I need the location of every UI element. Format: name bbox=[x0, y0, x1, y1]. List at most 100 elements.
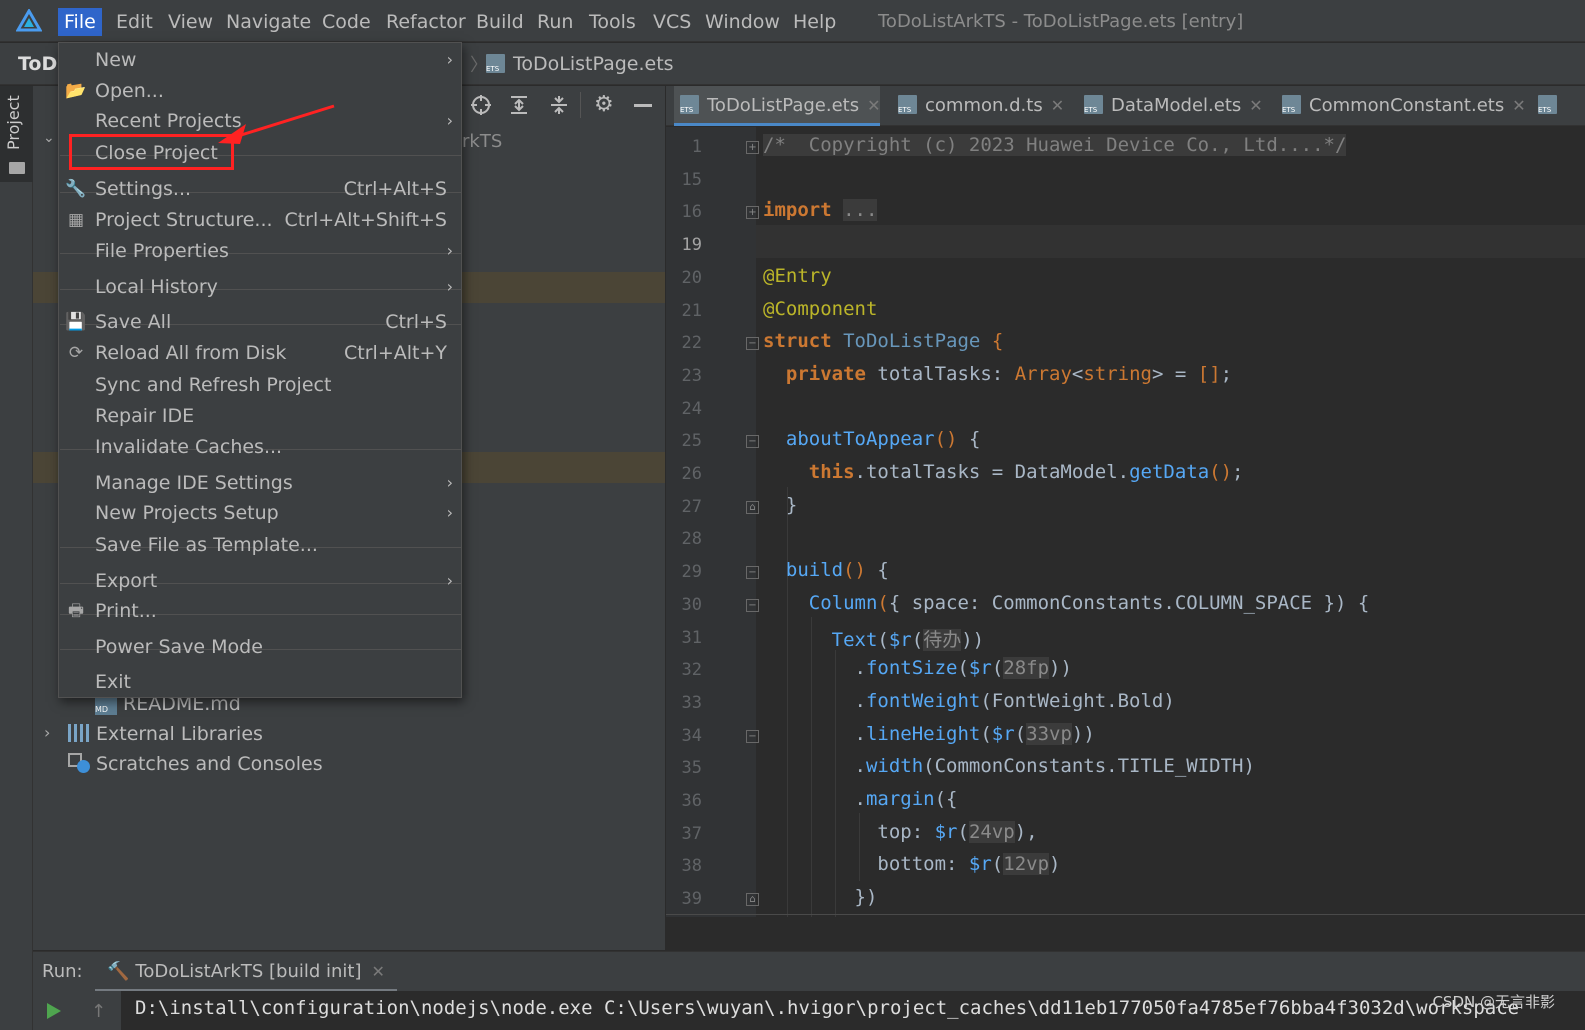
code-line[interactable]: build() { bbox=[763, 559, 889, 581]
menu-window[interactable]: Window bbox=[705, 8, 780, 36]
tab-overflow[interactable] bbox=[1538, 86, 1578, 126]
fold-marker-icon[interactable]: + bbox=[746, 141, 759, 154]
close-tab-icon[interactable]: ✕ bbox=[1249, 96, 1262, 115]
menu-item-file-properties[interactable]: File Properties › bbox=[59, 236, 461, 266]
run-icon[interactable] bbox=[47, 1003, 61, 1019]
code-line[interactable]: .margin({ bbox=[763, 788, 958, 810]
tab-commonconstant[interactable]: CommonConstant.ets ✕ bbox=[1282, 86, 1526, 126]
tab-datamodel[interactable]: DataModel.ets ✕ bbox=[1084, 86, 1268, 126]
code-line[interactable]: .lineHeight($r(33vp)) bbox=[763, 722, 1095, 745]
menu-item-sync-and-refresh-project[interactable]: Sync and Refresh Project bbox=[59, 370, 461, 400]
tab-label: DataModel.ets bbox=[1111, 95, 1242, 116]
tab-common-d-ts[interactable]: common.d.ts ✕ bbox=[898, 86, 1068, 126]
code-line[interactable]: @Component bbox=[763, 298, 877, 320]
expand-arrow-icon[interactable]: › bbox=[44, 723, 50, 742]
code-line[interactable]: private totalTasks: Array<string> = []; bbox=[763, 363, 1232, 385]
line-number: 16 bbox=[681, 202, 702, 223]
menu-item-save-all[interactable]: 💾 Save All Ctrl+S bbox=[59, 307, 461, 337]
code-line[interactable]: } bbox=[763, 494, 797, 516]
menu-item-settings[interactable]: 🔧 Settings... Ctrl+Alt+S bbox=[59, 174, 461, 204]
menu-item-repair-ide[interactable]: Repair IDE bbox=[59, 401, 461, 431]
scratches-icon bbox=[68, 753, 90, 773]
menu-build[interactable]: Build bbox=[476, 8, 524, 36]
code-line[interactable]: .fontSize($r(28fp)) bbox=[763, 657, 1072, 680]
close-tab-icon[interactable]: ✕ bbox=[867, 96, 880, 115]
ets-file-icon bbox=[680, 95, 699, 114]
gear-icon[interactable]: ⚙ bbox=[594, 93, 614, 117]
code-line[interactable]: struct ToDoListPage { bbox=[763, 330, 1003, 352]
menu-refactor[interactable]: Refactor bbox=[386, 8, 466, 36]
markdown-file-icon: MD bbox=[95, 697, 117, 715]
menu-item-invalidate-caches[interactable]: Invalidate Caches... bbox=[59, 432, 461, 462]
menu-code[interactable]: Code bbox=[322, 8, 371, 36]
menu-item-power-save-mode[interactable]: Power Save Mode bbox=[59, 632, 461, 662]
ets-file-icon bbox=[486, 54, 505, 73]
project-name-short[interactable]: ToD bbox=[18, 51, 57, 77]
expand-all-icon[interactable] bbox=[508, 94, 530, 116]
code-line[interactable]: top: $r(24vp), bbox=[763, 820, 1038, 843]
code-line[interactable]: @Entry bbox=[763, 265, 832, 287]
tree-item-scratches[interactable]: Scratches and Consoles bbox=[68, 753, 323, 775]
breadcrumb[interactable]: ToDoListPage.ets bbox=[486, 51, 674, 77]
menu-view[interactable]: View bbox=[168, 8, 213, 36]
menu-item-reload-all-from-disk[interactable]: ⟳ Reload All from Disk Ctrl+Alt+Y bbox=[59, 338, 461, 368]
fold-marker-icon[interactable]: + bbox=[746, 206, 759, 220]
menu-item-label: Open... bbox=[95, 80, 164, 102]
fold-marker-icon[interactable]: ⌂ bbox=[746, 500, 759, 514]
fold-marker-icon[interactable]: ⌂ bbox=[746, 893, 759, 907]
project-tool-tab[interactable]: Project bbox=[0, 86, 33, 182]
close-tab-icon[interactable]: ✕ bbox=[1512, 96, 1525, 115]
editor-tabs: ToDoListPage.ets ✕ common.d.ts ✕ DataModel… bbox=[666, 86, 1585, 126]
menu-edit[interactable]: Edit bbox=[116, 8, 153, 36]
menu-item-label: Export bbox=[95, 570, 158, 592]
collapse-all-icon[interactable] bbox=[548, 94, 570, 116]
code-line[interactable]: /* Copyright (c) 2023 Huawei Device Co.,… bbox=[763, 134, 1347, 156]
fold-marker-icon[interactable]: − bbox=[746, 435, 759, 449]
run-config-tab[interactable]: 🔨 ToDoListArkTS [build init] ✕ bbox=[95, 952, 397, 992]
project-root-node[interactable]: rkTS bbox=[462, 131, 502, 152]
annotation-arrow bbox=[210, 100, 340, 150]
menu-item-label: Manage IDE Settings bbox=[95, 472, 293, 494]
code-line[interactable]: .width(CommonConstants.TITLE_WIDTH) bbox=[763, 755, 1255, 777]
tab-todolistpage[interactable]: ToDoListPage.ets ✕ bbox=[674, 86, 881, 126]
code-line[interactable]: bottom: $r(12vp) bbox=[763, 853, 1060, 876]
close-tab-icon[interactable]: ✕ bbox=[1051, 96, 1064, 115]
menu-vcs[interactable]: VCS bbox=[653, 8, 691, 36]
menu-run[interactable]: Run bbox=[537, 8, 573, 36]
fold-marker-icon[interactable]: − bbox=[746, 337, 759, 351]
code-line[interactable]: .fontWeight(FontWeight.Bold) bbox=[763, 690, 1175, 712]
menu-shortcut: Ctrl+S bbox=[385, 311, 447, 333]
menu-item-label: Invalidate Caches... bbox=[95, 436, 283, 458]
code-line[interactable]: this.totalTasks = DataModel.getData(); bbox=[763, 461, 1244, 483]
menu-help[interactable]: Help bbox=[793, 8, 836, 36]
menu-item-manage-ide-settings[interactable]: Manage IDE Settings › bbox=[59, 468, 461, 498]
code-line[interactable]: aboutToAppear() { bbox=[763, 428, 981, 450]
code-line[interactable]: }) bbox=[763, 886, 878, 908]
project-tree-chevron-icon[interactable]: ⌄ bbox=[43, 130, 55, 146]
line-number: 26 bbox=[681, 464, 702, 484]
menu-item-export[interactable]: Export › bbox=[59, 566, 461, 596]
menu-file[interactable]: File bbox=[58, 8, 102, 36]
fold-marker-icon[interactable]: − bbox=[746, 729, 759, 743]
menu-item-print[interactable]: 🖶 Print... bbox=[59, 596, 461, 626]
menu-item-new-projects-setup[interactable]: New Projects Setup › bbox=[59, 498, 461, 528]
menu-item-new[interactable]: New › bbox=[59, 45, 461, 75]
tree-item-external-libraries[interactable]: External Libraries bbox=[68, 723, 263, 745]
menu-tools[interactable]: Tools bbox=[589, 8, 636, 36]
fold-marker-icon[interactable]: − bbox=[746, 598, 759, 612]
close-tab-icon[interactable]: ✕ bbox=[372, 962, 385, 981]
code-line[interactable]: import ... bbox=[763, 199, 878, 222]
up-arrow-icon[interactable]: ↑ bbox=[91, 1001, 106, 1022]
console-toolbar: ↑ bbox=[33, 991, 121, 1030]
locate-icon[interactable] bbox=[470, 94, 492, 116]
menu-item-save-file-as-template[interactable]: Save File as Template... bbox=[59, 530, 461, 560]
code-line[interactable]: Text($r(待办)) bbox=[763, 625, 984, 652]
menu-item-project-structure[interactable]: ▦ Project Structure... Ctrl+Alt+Shift+S bbox=[59, 205, 461, 235]
fold-marker-icon[interactable]: − bbox=[746, 566, 759, 580]
minimize-icon[interactable] bbox=[634, 104, 652, 107]
ets-file-icon bbox=[1282, 95, 1301, 114]
code-line[interactable]: Column({ space: CommonConstants.COLUMN_S… bbox=[763, 592, 1370, 614]
menu-navigate[interactable]: Navigate bbox=[226, 8, 311, 36]
menu-item-exit[interactable]: Exit bbox=[59, 667, 461, 697]
menu-item-local-history[interactable]: Local History › bbox=[59, 272, 461, 302]
